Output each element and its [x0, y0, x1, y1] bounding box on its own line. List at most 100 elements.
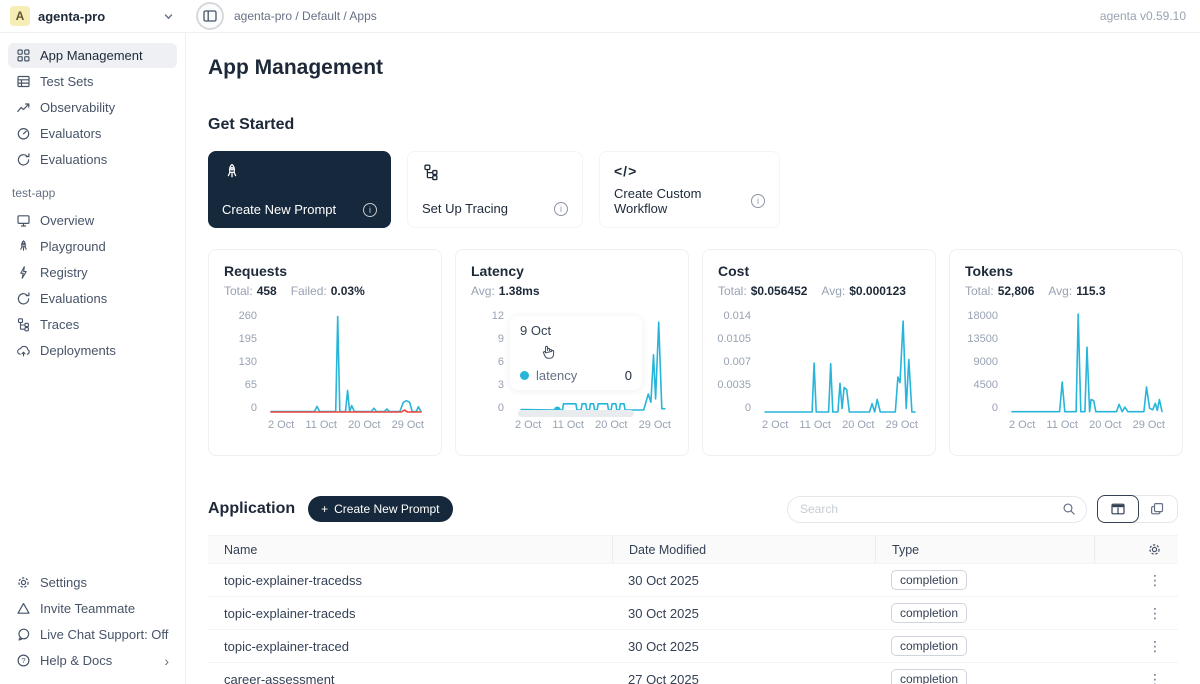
sidebar-item-help-docs[interactable]: ? Help & Docs › [8, 648, 177, 673]
sidebar-item-label: Overview [40, 213, 94, 228]
redo-circle-icon [16, 291, 31, 306]
sidebar-item-evaluations-app[interactable]: Evaluations [8, 286, 177, 311]
stat-label: Total: [224, 284, 253, 298]
redo-circle-icon [16, 152, 31, 167]
sidebar-item-traces[interactable]: Traces [8, 312, 177, 337]
row-menu-button[interactable]: ⋮ [1148, 672, 1162, 684]
sidebar-item-test-sets[interactable]: Test Sets [8, 69, 177, 94]
code-icon: </> [614, 163, 765, 179]
cost-chart[interactable] [760, 310, 920, 414]
sidebar-item-live-chat[interactable]: Live Chat Support: Off [8, 622, 177, 647]
type-badge: completion [891, 570, 967, 590]
column-header-name[interactable]: Name [208, 543, 612, 557]
sidebar-item-registry[interactable]: Registry [8, 260, 177, 285]
app-name: topic-explainer-traced [208, 639, 612, 654]
plus-icon: + [321, 502, 328, 516]
sidebar-item-playground[interactable]: Playground [8, 234, 177, 259]
requests-chart[interactable] [266, 310, 426, 414]
workspace-name: agenta-pro [38, 9, 105, 24]
metric-title: Requests [224, 263, 426, 279]
workspace-selector[interactable]: A agenta-pro [0, 6, 186, 26]
stat-value: 0.03% [331, 284, 365, 298]
tooltip-series: latency [536, 368, 577, 383]
invite-icon [16, 601, 31, 616]
search-input[interactable] [798, 501, 1062, 517]
sidebar-item-label: Evaluations [40, 152, 107, 167]
sidebar-item-evaluators[interactable]: Evaluators [8, 121, 177, 146]
sidebar-item-invite-teammate[interactable]: Invite Teammate [8, 596, 177, 621]
stat-value: 115.3 [1076, 284, 1105, 298]
sidebar-item-evaluations[interactable]: Evaluations [8, 147, 177, 172]
table-row[interactable]: career-assessment 27 Oct 2025 completion… [208, 663, 1178, 684]
card-label: Create Custom Workflow [614, 186, 743, 216]
latency-metric-card: Latency Avg:1.38ms 129630 2 Oct11 Oct20 … [455, 249, 689, 456]
y-axis: 0.0140.01050.0070.00350 [718, 310, 760, 414]
gear-icon[interactable] [1147, 542, 1162, 557]
main-content: App Management Get Started Create New Pr… [186, 33, 1200, 684]
app-date: 27 Oct 2025 [612, 672, 875, 684]
create-custom-workflow-card[interactable]: </> Create Custom Workflow i [599, 151, 780, 228]
view-toggle [1097, 495, 1178, 523]
info-icon[interactable]: i [751, 194, 765, 208]
stat-value: 52,806 [998, 284, 1035, 298]
table-row[interactable]: topic-explainer-traced 30 Oct 2025 compl… [208, 630, 1178, 663]
set-up-tracing-card[interactable]: Set Up Tracing i [407, 151, 583, 228]
stat-value: $0.000123 [849, 284, 906, 298]
sidebar-item-settings[interactable]: Settings [8, 570, 177, 595]
sidebar-section-label: test-app [12, 186, 177, 200]
sidebar-item-label: Observability [40, 100, 115, 115]
table-header-row: Name Date Modified Type [208, 535, 1178, 564]
column-header-date-modified[interactable]: Date Modified [612, 536, 875, 563]
sidebar-item-label: Deployments [40, 343, 116, 358]
sidebar-item-overview[interactable]: Overview [8, 208, 177, 233]
lightning-icon [16, 265, 31, 280]
x-axis: 2 Oct11 Oct20 Oct29 Oct [513, 419, 673, 431]
metrics-row: Requests Total:458 Failed:0.03% 26019513… [208, 249, 1178, 456]
row-menu-button[interactable]: ⋮ [1148, 573, 1162, 587]
sidebar-item-label: Live Chat Support: Off [40, 627, 168, 642]
row-menu-button[interactable]: ⋮ [1148, 606, 1162, 620]
get-started-cards: Create New Prompt i Set Up Tracing i </>… [208, 151, 1178, 228]
sidebar-item-label: App Management [40, 48, 143, 63]
app-name: topic-explainer-tracedss [208, 573, 612, 588]
sidebar-collapse-button[interactable] [196, 2, 224, 30]
create-new-prompt-card[interactable]: Create New Prompt i [208, 151, 391, 228]
stat-label: Total: [718, 284, 747, 298]
tooltip-date: 9 Oct [520, 323, 632, 338]
table-row[interactable]: topic-explainer-traceds 30 Oct 2025 comp… [208, 597, 1178, 630]
x-axis: 2 Oct11 Oct20 Oct29 Oct [266, 419, 426, 431]
sidebar-item-label: Registry [40, 265, 88, 280]
chart-hover-band [518, 410, 634, 417]
sidebar-item-observability[interactable]: Observability [8, 95, 177, 120]
svg-text:?: ? [21, 656, 25, 665]
app-date: 30 Oct 2025 [612, 639, 875, 654]
search-icon[interactable] [1062, 502, 1076, 516]
page-title: App Management [208, 56, 1178, 80]
sidebar-bottom-group: Settings Invite Teammate Live Chat Suppo… [8, 570, 177, 674]
column-header-type[interactable]: Type [875, 536, 1094, 563]
grid-icon [16, 48, 31, 63]
sidebar-item-app-management[interactable]: App Management [8, 43, 177, 68]
sidebar-item-deployments[interactable]: Deployments [8, 338, 177, 363]
info-icon[interactable]: i [363, 203, 377, 217]
card-view-button[interactable] [1138, 496, 1178, 522]
create-new-prompt-button[interactable]: + Create New Prompt [308, 496, 452, 522]
type-badge: completion [891, 636, 967, 656]
app-date: 30 Oct 2025 [612, 573, 875, 588]
tokens-chart[interactable] [1007, 310, 1167, 414]
table-row[interactable]: topic-explainer-tracedss 30 Oct 2025 com… [208, 564, 1178, 597]
app-date: 30 Oct 2025 [612, 606, 875, 621]
info-icon[interactable]: i [554, 202, 568, 216]
chevron-right-icon: › [164, 654, 169, 668]
search-box[interactable] [787, 496, 1087, 523]
row-menu-button[interactable]: ⋮ [1148, 639, 1162, 653]
stat-label: Total: [965, 284, 994, 298]
table-view-button[interactable] [1097, 495, 1139, 523]
monitor-icon [16, 213, 31, 228]
help-circle-icon: ? [16, 653, 31, 668]
metric-title: Latency [471, 263, 673, 279]
x-axis: 2 Oct11 Oct20 Oct29 Oct [1007, 419, 1167, 431]
tooltip-value: 0 [625, 368, 632, 383]
breadcrumb[interactable]: agenta-pro / Default / Apps [234, 9, 377, 23]
type-badge: completion [891, 603, 967, 623]
